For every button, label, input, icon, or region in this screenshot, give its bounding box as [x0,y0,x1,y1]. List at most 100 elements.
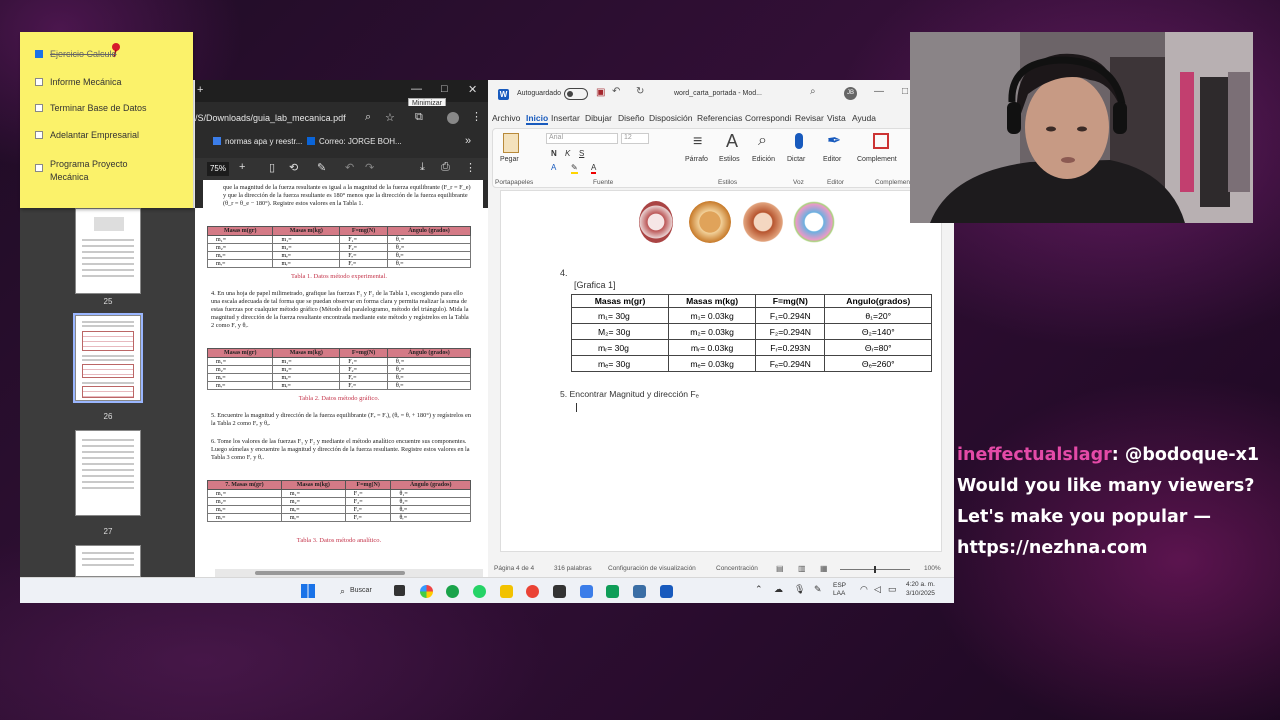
more-options-icon[interactable]: ⋮ [465,161,476,174]
word-count[interactable]: 316 palabras [554,565,592,572]
copilot-icon[interactable] [420,585,433,598]
italic-icon[interactable]: K [565,149,570,158]
font-size-select[interactable]: 12 [621,133,649,144]
download-icon[interactable]: ⤓ [420,161,425,174]
close-icon[interactable]: ✕ [468,83,477,96]
page-count[interactable]: Página 4 de 4 [494,565,534,572]
task-checkbox[interactable] [35,78,43,86]
page-thumbnail-25[interactable] [75,208,141,294]
file-explorer-icon[interactable] [500,585,513,598]
bookmark-1[interactable]: normas apa y reestr... [225,137,302,146]
redo-icon[interactable]: ↷ [365,161,374,174]
rotate-icon[interactable]: ⟲ [289,161,298,174]
zoom-in-icon[interactable]: + [239,161,245,173]
new-tab-icon[interactable]: + [197,84,203,96]
zoom-percentage[interactable]: 100% [924,565,941,572]
address-bar[interactable]: /S/Downloads/guia_lab_mecanica.pdf ⌕ ☆ ⧉… [195,106,488,130]
tab-inicio[interactable]: Inicio [526,113,549,125]
taskbar-search[interactable]: Buscar [350,587,372,594]
editor-button[interactable]: Editor [823,156,841,163]
task-item-1[interactable]: Ejercicio Calculo [35,49,117,59]
add-ins-icon[interactable] [873,133,889,149]
cloud-icon[interactable]: ☁ [774,584,783,595]
task-view-icon[interactable] [394,585,405,596]
calculator-icon[interactable] [633,585,646,598]
task-item-5[interactable]: Programa Proyecto Mecánica [35,158,128,184]
editing-icon[interactable]: ⌕ [758,132,767,150]
tab-insertar[interactable]: Insertar [551,113,580,123]
styles-icon[interactable]: A [726,131,738,152]
tab-correspondencia[interactable]: Correspondi [745,113,791,123]
dictate-button[interactable]: Dictar [787,156,805,163]
menu-icon[interactable]: ⋮ [471,110,482,123]
clock-date[interactable]: 3/10/2025 [906,590,935,597]
clock-time[interactable]: 4:20 a. m. [906,581,935,588]
profile-avatar[interactable] [447,112,459,124]
editing-button[interactable]: Edición [752,156,775,163]
tab-referencias[interactable]: Referencias [697,113,742,123]
language-indicator[interactable]: ESP LAA [833,582,846,598]
scrollbar-thumb[interactable] [255,571,405,575]
microphone-icon[interactable]: 🎙 [794,584,805,595]
user-avatar[interactable]: JB [844,87,857,100]
app-green-icon[interactable] [606,585,619,598]
whatsapp-icon[interactable] [473,585,486,598]
save-icon[interactable]: ▣ [596,87,605,98]
chrome-icon[interactable] [526,585,539,598]
text-effects-icon[interactable]: A [551,163,556,172]
tab-vista[interactable]: Vista [827,113,846,123]
print-icon[interactable]: ⎙ [441,161,450,174]
task-item-2[interactable]: Informe Mecánica [35,77,122,87]
maximize-icon[interactable]: □ [902,86,908,97]
battery-icon[interactable]: ▭ [888,584,897,595]
horizontal-scrollbar[interactable] [215,569,483,577]
print-layout-icon[interactable]: ▥ [798,564,806,573]
paragraph-icon[interactable]: ≡ [693,133,702,151]
document-title[interactable]: word_carta_portada - Mod... [674,90,762,97]
tab-disposicion[interactable]: Disposición [649,113,692,123]
font-color-icon[interactable]: A [591,163,597,174]
focus-mode[interactable]: Concentración [716,565,758,572]
microphone-icon[interactable] [795,133,803,149]
search-icon[interactable]: ⌕ [810,86,816,97]
zoom-level[interactable]: 75% [207,162,229,176]
paragraph-button[interactable]: Párrafo [685,156,708,163]
app-cube-icon[interactable] [553,585,566,598]
fit-page-icon[interactable]: ▯ [269,161,275,174]
add-ins-button[interactable]: Complement [857,156,897,163]
tab-revisar[interactable]: Revisar [795,113,824,123]
minimize-icon[interactable]: — [874,86,884,97]
volume-icon[interactable]: ◁ [874,584,881,595]
zoom-slider[interactable] [840,566,910,573]
tab-diseno[interactable]: Diseño [618,113,644,123]
task-checkbox[interactable] [35,164,43,172]
underline-icon[interactable]: S [579,149,584,158]
start-icon[interactable] [301,584,315,598]
task-checkbox[interactable] [35,104,43,112]
extensions-icon[interactable]: ⧉ [415,111,423,124]
read-mode-icon[interactable]: ▤ [776,564,784,573]
display-settings[interactable]: Configuración de visualización [608,565,696,572]
minimize-icon[interactable]: — [411,83,422,95]
bold-icon[interactable]: N [551,149,557,158]
paste-icon[interactable] [503,133,519,153]
search-icon[interactable]: ⌕ [365,111,371,124]
annotate-icon[interactable]: ✎ [317,161,326,174]
bookmark-2[interactable]: Correo: JORGE BOH... [319,137,402,146]
paste-button[interactable]: Pegar [500,156,519,163]
tab-dibujar[interactable]: Dibujar [585,113,612,123]
highlight-icon[interactable]: ✎ [571,163,578,174]
task-checkbox[interactable] [35,131,43,139]
redo-icon[interactable]: ↻ [636,86,644,97]
word-taskbar-icon[interactable] [660,585,673,598]
url-text[interactable]: /S/Downloads/guia_lab_mecanica.pdf [195,113,346,123]
task-item-4[interactable]: Adelantar Empresarial [35,130,139,140]
maximize-icon[interactable]: □ [441,83,448,95]
editor-icon[interactable]: ✒ [827,131,841,151]
wifi-icon[interactable]: ◠ [860,584,868,595]
font-name-select[interactable]: Arial [546,133,618,144]
autosave-toggle[interactable] [564,88,588,100]
spotify-icon[interactable] [446,585,459,598]
tab-ayuda[interactable]: Ayuda [852,113,876,123]
page-thumbnail-26[interactable] [73,313,143,403]
